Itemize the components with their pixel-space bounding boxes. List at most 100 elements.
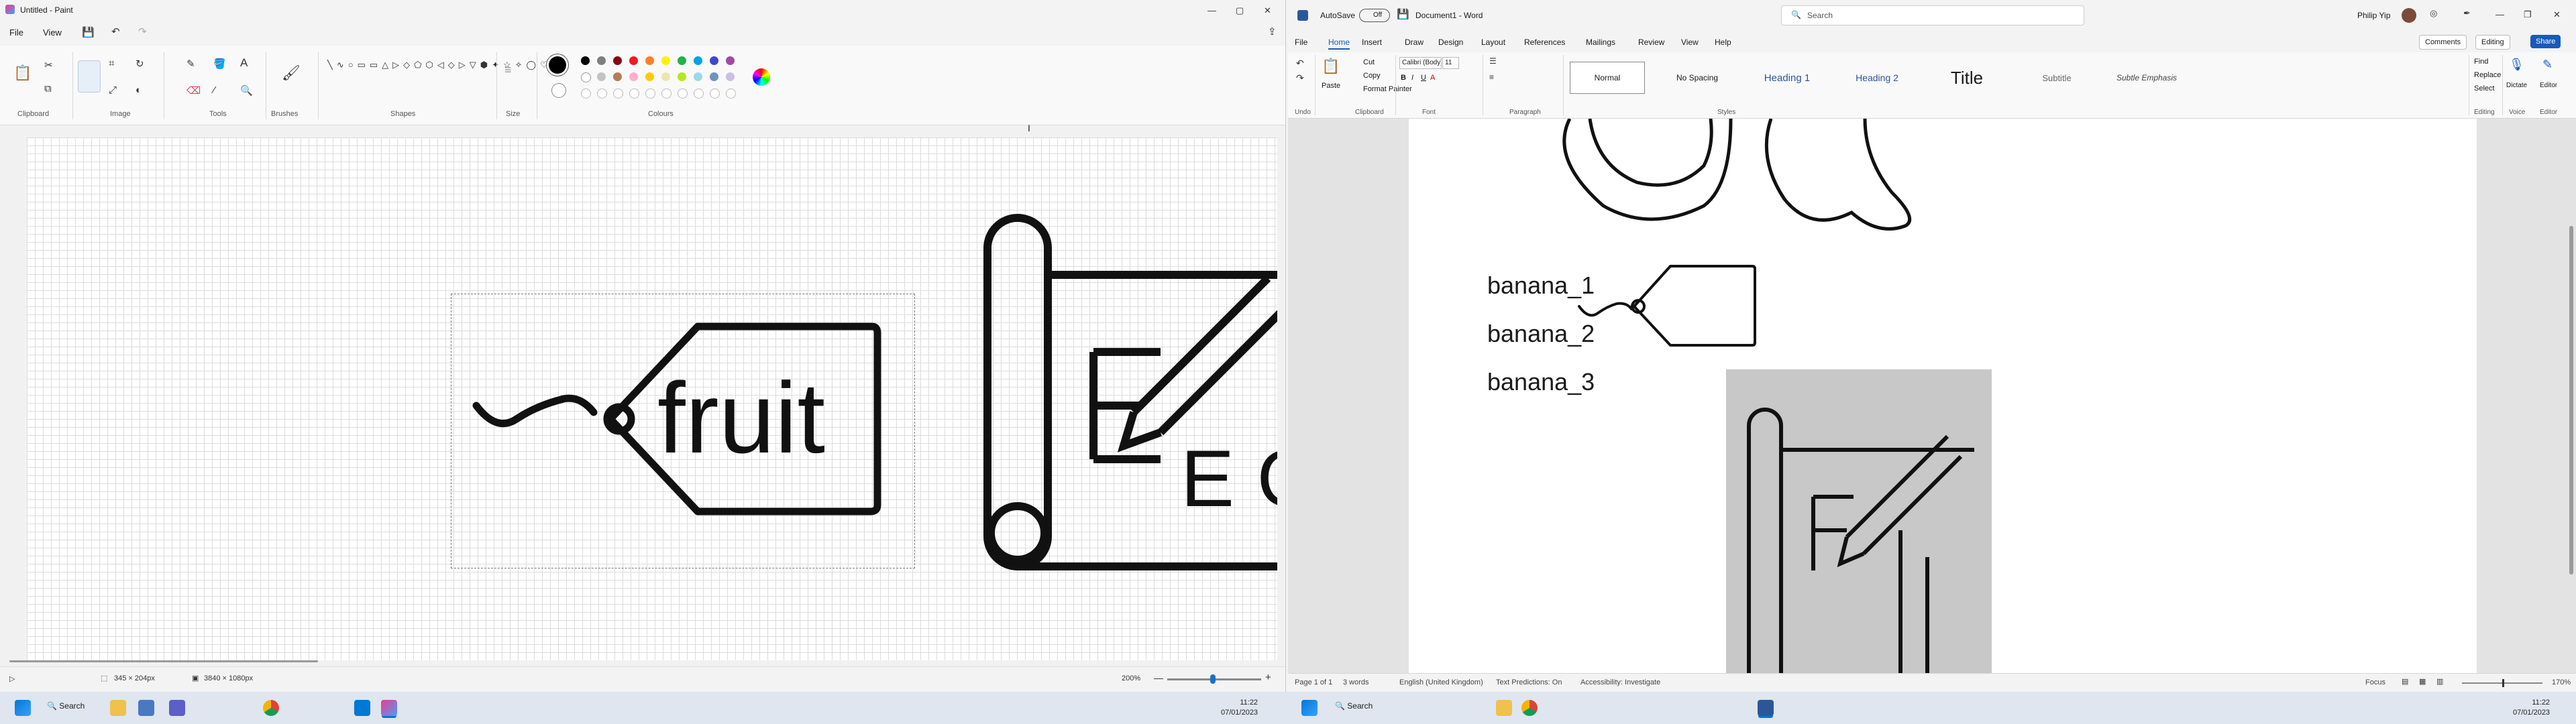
share-icon[interactable]: ⇪ (1268, 25, 1277, 38)
palette-swatch[interactable] (710, 56, 718, 65)
focus-button[interactable]: Focus (2365, 678, 2385, 686)
zoom-slider-thumb[interactable] (1210, 674, 1216, 684)
avatar[interactable] (2402, 8, 2416, 23)
tab-references[interactable]: References (1524, 38, 1565, 47)
style-heading-2[interactable]: Heading 2 (1839, 62, 1915, 94)
primary-colour[interactable] (549, 56, 566, 74)
horizontal-scrollbar[interactable] (9, 660, 318, 662)
font-name-select[interactable]: Calibri (Body) (1399, 57, 1442, 69)
palette-swatch[interactable] (661, 72, 670, 81)
shapes-gallery[interactable]: ╲∿○▭▭△▷◇⬠⬡◁◇▷▽⬢✦☆✧◯♡⚡ (327, 58, 563, 103)
language-status[interactable]: English (United Kingdom) (1399, 678, 1483, 686)
custom-colour-slot[interactable] (613, 88, 623, 99)
font-size-select[interactable]: 11 (1442, 57, 1459, 69)
vertical-scrollbar[interactable] (2569, 226, 2573, 575)
share-button[interactable]: Share (2530, 35, 2561, 48)
document-page[interactable]: banana_1 banana_2 banana_3 (1409, 119, 2477, 673)
blueprint-image[interactable] (1726, 369, 1992, 673)
palette-swatch[interactable] (678, 72, 686, 81)
style-normal[interactable]: Normal (1570, 62, 1645, 94)
paint-close-button[interactable]: ✕ (1264, 5, 1271, 16)
widgets-icon[interactable] (138, 700, 154, 716)
style-heading-1[interactable]: Heading 1 (1750, 62, 1825, 94)
autosave-toggle[interactable]: Off (1359, 9, 1390, 22)
zoom-in-button[interactable]: + (1265, 672, 1271, 683)
vscode-icon[interactable] (354, 700, 370, 716)
redo-icon[interactable]: ↷ (138, 25, 147, 38)
style-subtle-emphasis[interactable]: Subtle Emphasis (2109, 62, 2184, 94)
paste-icon[interactable]: 📋 (13, 64, 32, 82)
word-minimize-button[interactable]: — (2496, 9, 2504, 19)
palette-swatch[interactable] (726, 72, 735, 81)
bold-button[interactable]: B (1401, 74, 1406, 82)
word-search-box[interactable]: 🔍 Search (1781, 5, 2084, 25)
editing-mode-button[interactable]: Editing (2475, 35, 2510, 50)
start-icon[interactable] (15, 700, 31, 716)
tab-insert[interactable]: Insert (1362, 38, 1382, 47)
palette-swatch[interactable] (694, 56, 702, 65)
custom-colour-slot[interactable] (678, 88, 688, 99)
colour-picker-icon[interactable]: ⁄ (213, 84, 215, 96)
palette-swatch[interactable] (645, 56, 654, 65)
custom-colour-slot[interactable] (581, 88, 591, 99)
cut-icon[interactable]: ✂ (44, 59, 53, 71)
secondary-colour[interactable] (551, 83, 566, 98)
clock-left[interactable]: 11:22 07/01/2023 (1221, 698, 1258, 718)
undo-icon[interactable]: ↶ (111, 25, 120, 38)
page-count[interactable]: Page 1 of 1 (1295, 678, 1332, 686)
palette-swatch[interactable] (678, 56, 686, 65)
taskbar-search-left[interactable]: 🔍 Search (47, 701, 85, 711)
tab-mailings[interactable]: Mailings (1586, 38, 1615, 47)
paste-label[interactable]: Paste (1322, 82, 1340, 90)
word-taskbar-icon[interactable] (1758, 700, 1774, 716)
word-maximize-button[interactable]: ❐ (2524, 9, 2532, 20)
word-paste-icon[interactable]: 📋 (1322, 58, 1340, 75)
dictate-label[interactable]: Dictate (2506, 82, 2527, 89)
crop-icon[interactable]: ⌗ (109, 58, 114, 69)
copy-button[interactable]: Copy (1363, 72, 1381, 80)
style-no-spacing[interactable]: No Spacing (1660, 62, 1735, 94)
custom-colour-slot[interactable] (645, 88, 655, 99)
palette-swatch[interactable] (710, 72, 718, 81)
palette-swatch[interactable] (597, 56, 606, 65)
bullets-icon[interactable]: ☰ (1489, 56, 1497, 66)
remove-background-icon[interactable]: ◐ (136, 84, 142, 96)
custom-colour-slot[interactable] (694, 88, 704, 99)
paint-menu-view[interactable]: View (43, 27, 62, 38)
file-explorer-icon-right[interactable] (1496, 700, 1512, 716)
eraser-icon[interactable]: ⌫ (186, 84, 201, 97)
custom-colour-slot[interactable] (629, 88, 639, 99)
accessibility-status[interactable]: Accessibility: Investigate (1580, 678, 1660, 686)
underline-button[interactable]: U (1421, 74, 1426, 82)
select-tool[interactable] (78, 60, 101, 93)
magnifier-icon[interactable]: 🔍 (240, 84, 253, 97)
tab-home[interactable]: Home (1328, 38, 1350, 50)
dictate-icon[interactable]: 🎙 (2509, 58, 2524, 72)
palette-swatch[interactable] (629, 72, 638, 81)
tab-view[interactable]: View (1681, 38, 1699, 47)
file-explorer-icon[interactable] (110, 700, 126, 716)
chrome-icon-right[interactable] (1521, 700, 1538, 716)
paint-minimize-button[interactable]: — (1208, 5, 1216, 15)
edit-colours-icon[interactable] (753, 68, 770, 86)
custom-colour-slot[interactable] (597, 88, 607, 99)
resize-icon[interactable]: ⤢ (109, 84, 117, 96)
size-icon[interactable]: ≡ (504, 63, 512, 77)
pen-icon[interactable]: ✒ (2463, 8, 2471, 19)
palette-swatch[interactable] (694, 72, 702, 81)
text-icon[interactable]: A (240, 56, 248, 70)
format-painter-button[interactable]: Format Painter (1363, 85, 1412, 93)
italic-button[interactable]: I (1411, 74, 1413, 82)
find-button[interactable]: Find (2474, 58, 2488, 66)
word-save-icon[interactable]: 💾 (1397, 8, 1409, 20)
teams-icon[interactable] (169, 700, 185, 716)
cut-button[interactable]: Cut (1363, 58, 1375, 66)
comments-button[interactable]: Comments (2419, 35, 2467, 50)
custom-colour-slot[interactable] (726, 88, 736, 99)
tab-design[interactable]: Design (1438, 38, 1463, 47)
paint-canvas[interactable]: fruit E Gi (27, 137, 1277, 660)
tab-help[interactable]: Help (1715, 38, 1731, 47)
chrome-icon[interactable] (263, 700, 279, 716)
tab-layout[interactable]: Layout (1481, 38, 1505, 47)
word-zoom-thumb[interactable] (2502, 679, 2504, 687)
